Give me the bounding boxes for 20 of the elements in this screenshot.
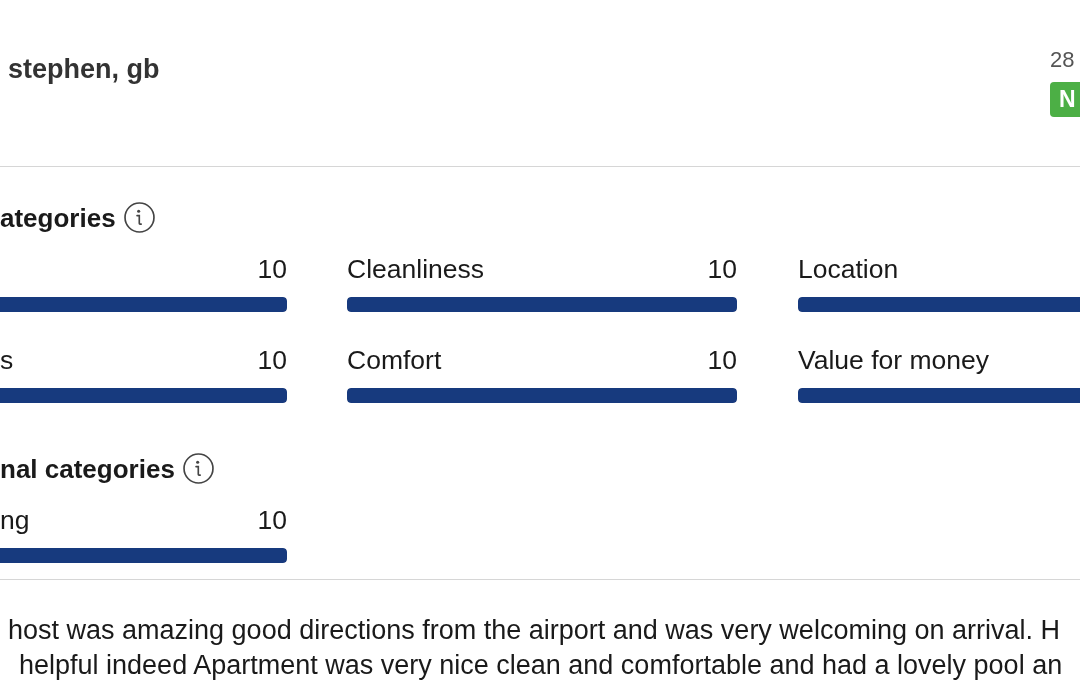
reviewer-name: stephen, gb: [8, 54, 160, 84]
category-label: s: [0, 345, 14, 375]
review-text: host was amazing good directions from the airport and was very welcoming on arrival. H: [8, 614, 1060, 647]
info-icon[interactable]: [182, 453, 214, 484]
category-label: ng: [0, 505, 30, 535]
section-title: ategories: [0, 202, 116, 233]
review-date: 28: [1050, 46, 1075, 74]
review-text: helpful indeed Apartment was very nice clean and comfortable and had a lovely pool an: [19, 649, 1063, 682]
info-icon[interactable]: [123, 202, 155, 233]
category-score: 10: [257, 505, 287, 535]
category-label: Value for money: [798, 345, 989, 375]
category-label: Cleanliness: [347, 254, 484, 284]
category-score: 10: [257, 345, 287, 375]
category-score: 10: [257, 254, 287, 284]
category-label: Location: [798, 254, 899, 284]
category-score: 10: [707, 254, 737, 284]
section-title: nal categories: [0, 453, 175, 484]
category-label: Comfort: [347, 345, 442, 375]
score-badge: N: [1050, 82, 1080, 117]
category-score: 10: [707, 345, 737, 375]
